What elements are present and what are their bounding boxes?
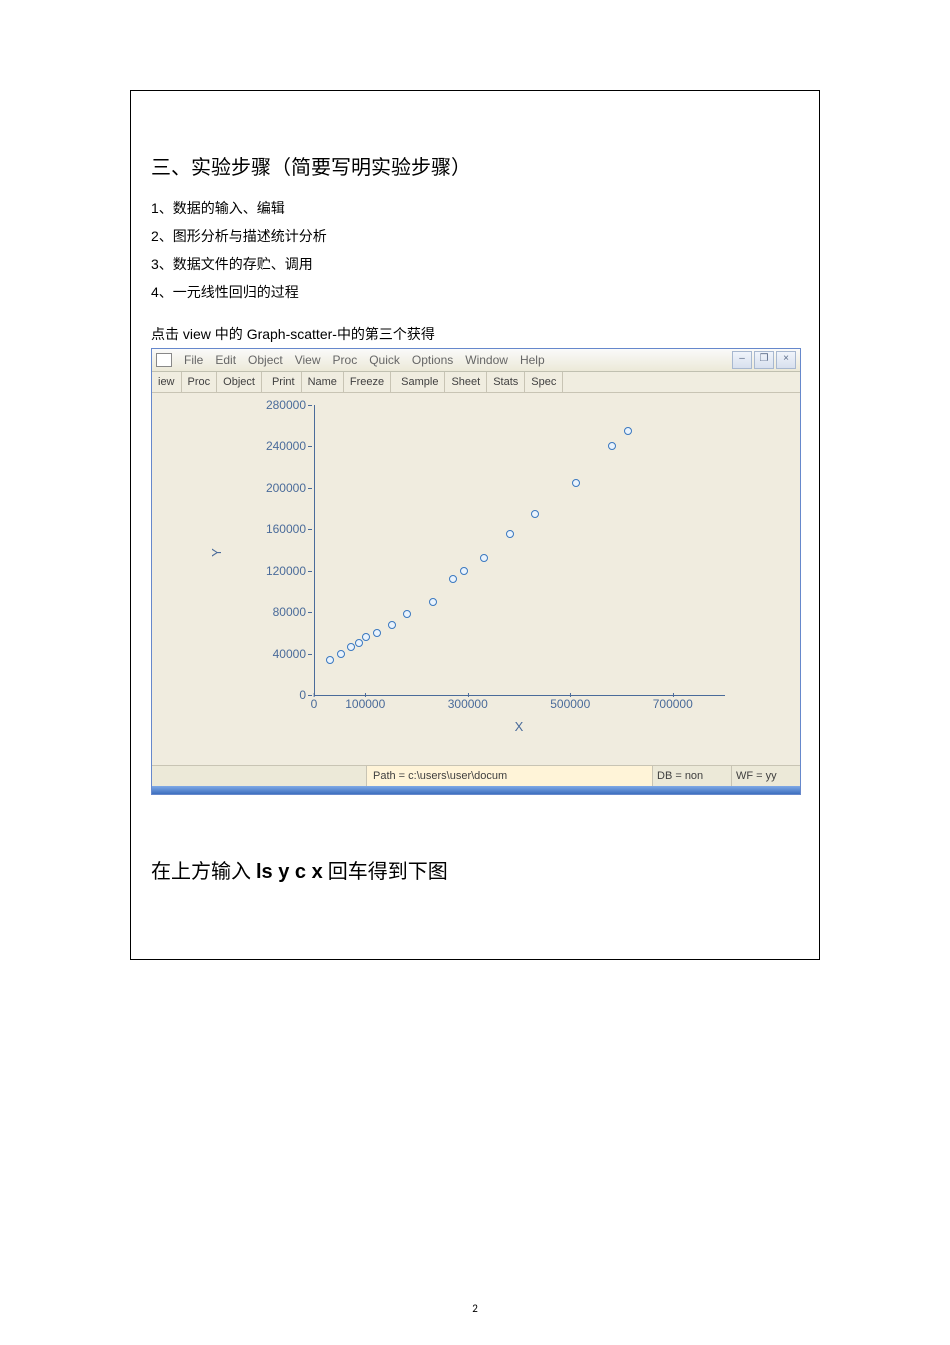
y-tick: 0 <box>299 688 306 702</box>
menu-proc[interactable]: Proc <box>327 353 364 367</box>
data-point <box>429 598 437 606</box>
step-4: 4、一元线性回归的过程 <box>151 282 799 302</box>
instruction-line: 点击 view 中的 Graph-scatter-中的第三个获得 <box>151 324 799 344</box>
tb-freeze[interactable]: Freeze <box>344 372 391 392</box>
menu-window[interactable]: Window <box>459 353 514 367</box>
page-number: 2 <box>0 1302 950 1315</box>
x-tick: 500000 <box>550 697 590 711</box>
scatter-plot <box>314 405 725 696</box>
data-point <box>531 510 539 518</box>
status-left <box>152 766 367 786</box>
x-tick: 700000 <box>653 697 693 711</box>
data-point <box>460 567 468 575</box>
menu-file[interactable]: File <box>178 353 209 367</box>
data-point <box>506 530 514 538</box>
app-icon <box>156 353 172 367</box>
data-point <box>373 629 381 637</box>
status-bar: Path = c:\users\user\docum DB = non WF =… <box>152 765 800 786</box>
bottom-instruction: 在上方输入 ls y c x 回车得到下图 <box>151 855 799 884</box>
tb-print[interactable]: Print <box>266 372 302 392</box>
close-button[interactable]: × <box>776 351 796 369</box>
data-point <box>480 554 488 562</box>
data-point <box>608 442 616 450</box>
menu-object[interactable]: Object <box>242 353 289 367</box>
y-tick: 240000 <box>266 439 306 453</box>
menu-view[interactable]: View <box>289 353 327 367</box>
y-tick: 80000 <box>273 605 306 619</box>
menu-options[interactable]: Options <box>406 353 459 367</box>
data-point <box>326 656 334 664</box>
step-2: 2、图形分析与描述统计分析 <box>151 226 799 246</box>
chart-area: Y 0 40000 80000 120000 160000 200000 240000 280… <box>152 393 800 765</box>
y-tick: 200000 <box>266 481 306 495</box>
data-point <box>362 633 370 641</box>
x-tick: 0 <box>311 697 318 711</box>
data-point <box>347 643 355 651</box>
y-tick: 160000 <box>266 522 306 536</box>
y-tick: 120000 <box>266 564 306 578</box>
taskbar-edge <box>152 786 800 794</box>
data-point <box>572 479 580 487</box>
step-1: 1、数据的输入、编辑 <box>151 198 799 218</box>
eviews-window: File Edit Object View Proc Quick Options… <box>151 348 801 795</box>
data-point <box>388 621 396 629</box>
tb-name[interactable]: Name <box>302 372 344 392</box>
y-tick: 280000 <box>266 398 306 412</box>
y-tick: 40000 <box>273 647 306 661</box>
tb-stats[interactable]: Stats <box>487 372 525 392</box>
menu-bar: File Edit Object View Proc Quick Options… <box>152 349 800 372</box>
step-3: 3、数据文件的存贮、调用 <box>151 254 799 274</box>
menu-help[interactable]: Help <box>514 353 551 367</box>
tb-spec[interactable]: Spec <box>525 372 563 392</box>
tb-proc[interactable]: Proc <box>182 372 218 392</box>
section-heading: 三、实验步骤（简要写明实验步骤） <box>151 151 799 180</box>
y-axis-label: Y <box>209 548 224 557</box>
maximize-button[interactable]: ❐ <box>754 351 774 369</box>
data-point <box>624 427 632 435</box>
sub-toolbar: iew Proc Object Print Name Freeze Sample… <box>152 372 800 393</box>
tb-sheet[interactable]: Sheet <box>445 372 487 392</box>
x-axis-label: X <box>314 719 724 734</box>
tb-sample[interactable]: Sample <box>395 372 445 392</box>
status-wf: WF = yy <box>732 766 800 786</box>
status-db: DB = non <box>653 766 732 786</box>
x-tick: 100000 <box>345 697 385 711</box>
x-tick: 300000 <box>448 697 488 711</box>
data-point <box>449 575 457 583</box>
tb-object[interactable]: Object <box>217 372 262 392</box>
tb-view[interactable]: iew <box>152 372 182 392</box>
minimize-button[interactable]: – <box>732 351 752 369</box>
menu-edit[interactable]: Edit <box>209 353 242 367</box>
status-path: Path = c:\users\user\docum <box>367 766 653 786</box>
menu-quick[interactable]: Quick <box>363 353 406 367</box>
data-point <box>337 650 345 658</box>
data-point <box>403 610 411 618</box>
data-point <box>355 639 363 647</box>
